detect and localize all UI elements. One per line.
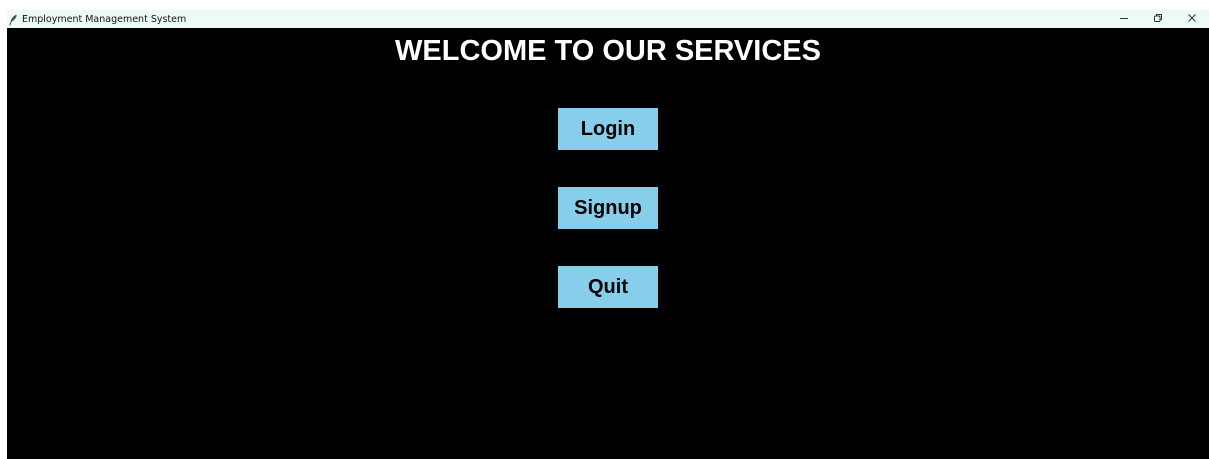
minimize-button[interactable] bbox=[1107, 10, 1141, 28]
welcome-heading: WELCOME TO OUR SERVICES bbox=[395, 35, 821, 67]
restore-icon bbox=[1153, 10, 1163, 28]
signup-button[interactable]: Signup bbox=[558, 187, 658, 229]
close-icon bbox=[1187, 10, 1197, 28]
quit-button[interactable]: Quit bbox=[558, 266, 658, 308]
restore-button[interactable] bbox=[1141, 10, 1175, 28]
title-bar[interactable]: Employment Management System bbox=[7, 10, 1209, 28]
main-content: WELCOME TO OUR SERVICES Login Signup Qui… bbox=[7, 28, 1209, 459]
app-window: Employment Management System WELCOME TO … bbox=[7, 10, 1209, 459]
window-title: Employment Management System bbox=[22, 13, 187, 25]
close-button[interactable] bbox=[1175, 10, 1209, 28]
login-button[interactable]: Login bbox=[558, 108, 658, 150]
feather-icon bbox=[8, 13, 18, 26]
minimize-icon bbox=[1119, 10, 1129, 28]
window-controls bbox=[1107, 10, 1209, 28]
